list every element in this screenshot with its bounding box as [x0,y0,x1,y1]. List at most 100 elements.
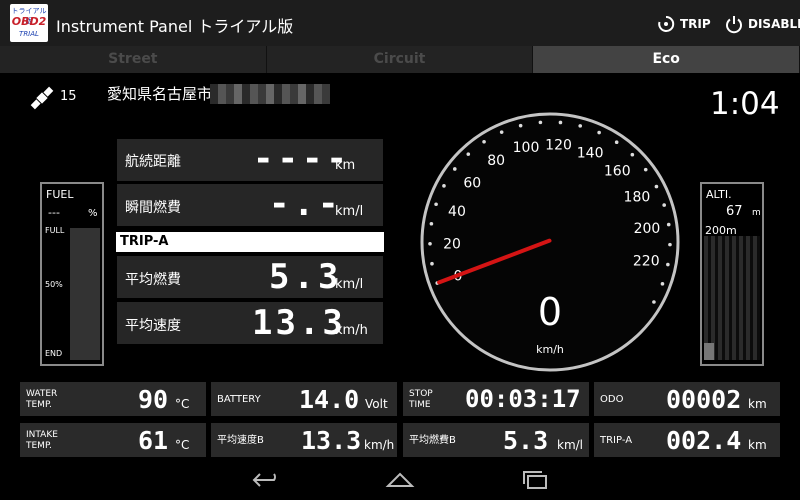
speedometer: 020406080100120140160180200220 0 km/h [420,112,680,372]
intake-temp-tile: INTAKE TEMP. 61 °C [20,423,206,457]
trip-button[interactable]: TRIP [656,12,711,36]
battery-label: BATTERY [217,394,261,405]
odo-tile: ODO 00002 km [594,382,780,416]
range-panel: 航続距離 ---- km [117,139,383,181]
trip-a-label: TRIP-A [600,435,633,446]
altitude-gauge: ALTI. 67 m 200m 100m 0m [700,182,764,366]
speedometer-tick [666,222,671,227]
satellite-count: 15 [60,89,77,104]
battery-unit: Volt [365,397,388,411]
location-text: 愛知県名古屋市 [107,85,213,103]
speed-unit: km/h [536,343,564,356]
fuel-bar-segment [70,312,100,324]
speedometer-tick-label: 140 [577,146,604,162]
avg-fuel-b-label: 平均燃費B [409,435,456,446]
avg-fuel-label: 平均燃費 [125,272,181,288]
fuel-bar-segment [70,240,100,252]
stop-time-value: 00:03:17 [465,385,581,413]
fuel-bar-segment [70,288,100,300]
avg-speed-b-value: 13.3 [301,426,362,455]
avg-fuel-value: 5.3 [269,257,343,297]
instant-fuel-label: 瞬間燃費 [125,200,181,216]
title-bar: トライアル版 OBD2 TRIAL Instrument Panel トライアル… [0,0,800,46]
tab-circuit[interactable]: Circuit [267,46,534,73]
recent-apps-icon[interactable] [520,470,552,490]
stop-time-tile: STOP TIME 00:03:17 [403,382,589,416]
speedometer-tick [429,221,434,226]
speedometer-tick [597,130,601,135]
speedometer-tick [666,262,670,267]
speedometer-tick-label: 120 [545,137,572,153]
fuel-bar-segment [70,264,100,276]
fuel-bar-segment [70,228,100,240]
speedometer-tick-label: 80 [487,153,505,169]
altitude-value: 67 [726,204,743,219]
trip-a-value: 002.4 [666,426,742,455]
speedometer-tick [518,123,523,128]
intake-temp-value: 61 [138,426,169,455]
fuel-value: --- [48,206,60,219]
power-icon [726,16,742,34]
water-temp-label: WATER TEMP. [26,389,58,410]
fuel-bar-segment [70,348,100,360]
fuel-gauge: FUEL --- % FULL 50% END [40,182,104,366]
avg-speed-b-tile: 平均速度B 13.3 km/h [211,423,397,457]
altitude-unit: m [752,208,761,218]
instant-fuel-value: -.- [269,184,343,224]
speedometer-tick-label: 160 [604,164,631,180]
speedometer-tick [652,300,656,304]
speed-value: 0 [538,290,562,334]
speedometer-tick [452,167,457,171]
water-temp-tile: WATER TEMP. 90 °C [20,382,206,416]
tab-street[interactable]: Street [0,46,267,73]
altitude-track [704,236,760,360]
trip-a-header: TRIP-A [116,232,384,252]
trip-a-tile: TRIP-A 002.4 km [594,423,780,457]
speedometer-tick [482,139,486,144]
trip-a-unit: km [748,438,767,452]
speedometer-tick [538,120,543,125]
intake-temp-unit: °C [175,438,190,452]
altitude-level-fill [704,343,714,360]
odo-unit: km [748,397,767,411]
fuel-bar-segment [70,252,100,264]
disable-button-label: DISABLE [748,17,800,31]
stop-time-label: STOP TIME [409,389,433,410]
avg-speed-b-unit: km/h [364,438,395,452]
speedometer-tick [643,167,648,172]
speedometer-tick-label: 200 [634,221,661,237]
trip-button-label: TRIP [680,17,711,31]
fuel-full-label: FULL [45,226,65,235]
app-title: Instrument Panel トライアル版 [56,17,294,36]
fuel-unit: % [88,208,98,219]
battery-value: 14.0 [299,385,360,414]
logo-bottom-text: TRIAL [19,30,39,38]
avg-speed-value: 13.3 [252,303,346,343]
battery-tile: BATTERY 14.0 Volt [211,382,397,416]
fuel-half-label: 50% [45,280,63,289]
back-icon[interactable] [250,470,282,490]
speedometer-tick [668,242,672,247]
fuel-bar-segment [70,336,100,348]
range-unit: km [335,158,356,173]
speedometer-tick [430,261,434,266]
intake-temp-label: INTAKE TEMP. [26,430,58,451]
speedometer-tick [654,184,659,189]
avg-fuel-panel: 平均燃費 5.3 km/l [117,256,383,298]
speedometer-tick [558,120,563,125]
range-label: 航続距離 [125,154,181,170]
speedometer-tick-label: 60 [463,175,481,191]
speedometer-tick-label: 100 [513,140,540,156]
speedometer-tick-label: 220 [633,253,660,269]
avg-fuel-b-tile: 平均燃費B 5.3 km/l [403,423,589,457]
tab-eco[interactable]: Eco [533,46,800,73]
app-logo: トライアル版 OBD2 TRIAL [10,4,48,42]
fuel-end-label: END [45,349,63,358]
speedometer-tick [442,184,446,188]
disable-button[interactable]: DISABLE [724,12,800,36]
home-icon[interactable] [384,470,416,490]
trip-reset-icon [658,15,675,32]
satellite-icon [30,86,54,110]
fuel-bar-segment [70,300,100,312]
instant-fuel-panel: 瞬間燃費 -.- km/l [117,184,383,226]
